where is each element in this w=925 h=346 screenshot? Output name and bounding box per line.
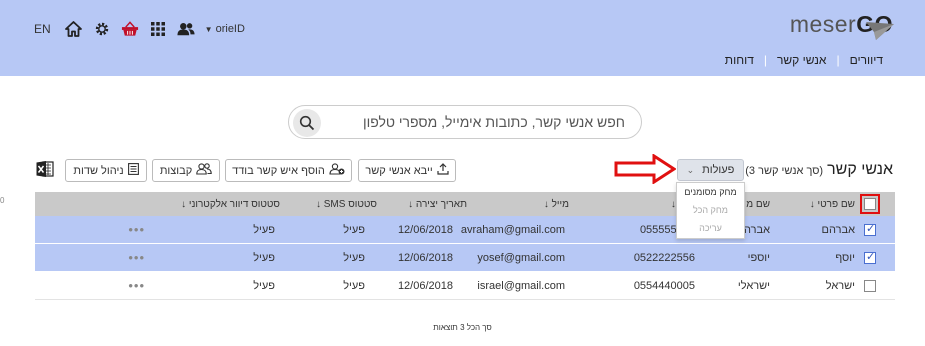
last-name-cell: יוספי: [747, 251, 770, 264]
row-checkbox[interactable]: [864, 279, 876, 292]
logo-plane-icon: [866, 22, 894, 40]
phone-cell: 0554440005: [633, 279, 695, 292]
first-name-cell: אברהם: [821, 223, 855, 236]
email-cell: yosef@gmail.com: [477, 251, 565, 264]
row-more-icon[interactable]: •••: [128, 216, 145, 243]
menu-item-delete-all[interactable]: מחק הכל: [677, 201, 744, 219]
language-switch[interactable]: EN: [34, 22, 51, 36]
add-user-icon: [329, 163, 345, 178]
row-more-icon[interactable]: •••: [128, 272, 145, 299]
created-cell: 12/06/2018: [397, 251, 453, 264]
groups-button[interactable]: קבוצות: [152, 159, 220, 182]
col-created-date[interactable]: תאריך יצירה ↓: [408, 192, 467, 216]
col-last-name[interactable]: שם מ: [746, 192, 770, 216]
group-icon: [196, 163, 212, 178]
edge-mark: 0: [0, 196, 5, 205]
email-status-cell: פעיל: [253, 223, 275, 236]
col-first-name[interactable]: שם פרטי ↓: [810, 192, 855, 216]
col-email[interactable]: מייל ↓: [544, 192, 569, 216]
phone-cell: 0522222556: [633, 251, 695, 264]
table-header: שם פרטי ↓ שם מ לפון ↓ מייל ↓ תאריך יצירה…: [35, 192, 895, 216]
first-name-cell: ישראל: [825, 279, 855, 292]
red-arrow-annotation: [614, 154, 676, 184]
home-icon[interactable]: [65, 20, 83, 38]
col-sms-status[interactable]: סטטוס SMS ↓: [316, 192, 377, 216]
search-icon[interactable]: [293, 109, 321, 137]
results-summary: סך הכל 3 תוצאות: [433, 323, 492, 332]
contacts-table: שם פרטי ↓ שם מ לפון ↓ מייל ↓ תאריך יצירה…: [35, 192, 895, 300]
nav-item-campaigns[interactable]: דיוורים: [840, 53, 893, 67]
created-cell: 12/06/2018: [397, 279, 453, 292]
email-cell: avraham@gmail.com: [460, 223, 565, 236]
email-status-cell: פעיל: [253, 251, 275, 264]
actions-dropdown-button[interactable]: פעולות ⌄: [677, 159, 744, 181]
last-name-cell: ישראלי: [737, 279, 770, 292]
list-icon: [127, 163, 139, 178]
user-menu[interactable]: ▼ orieID: [205, 23, 245, 35]
col-email-status[interactable]: סטטוס דיוור אלקטרוני ↓: [181, 192, 280, 216]
caret-down-icon: ▼: [204, 24, 213, 34]
created-cell: 12/06/2018: [397, 223, 453, 236]
email-cell: israel@gmail.com: [477, 279, 565, 292]
sms-status-cell: פעיל: [343, 251, 365, 264]
nav-item-reports[interactable]: דוחות: [715, 53, 764, 67]
select-all-highlight: [860, 194, 880, 214]
top-header: EN ▼ orieID meserGO דיוורים | אנשי קשר |…: [0, 0, 925, 76]
contacts-count: (סך אנשי קשר 3): [745, 165, 824, 177]
page-title: אנשי קשר: [827, 161, 893, 178]
sms-status-cell: פעיל: [343, 279, 365, 292]
sms-status-cell: פעיל: [343, 223, 365, 236]
nav-divider: |: [836, 53, 840, 67]
email-status-cell: פעיל: [253, 279, 275, 292]
nav-item-contacts[interactable]: אנשי קשר: [767, 53, 836, 67]
main-nav: דיוורים | אנשי קשר | דוחות: [715, 53, 893, 67]
row-more-icon[interactable]: •••: [128, 244, 145, 271]
actions-label: פעולות: [702, 164, 735, 176]
contacts-heading: אנשי קשר (סך אנשי קשר 3): [745, 161, 893, 179]
header-utilities: EN ▼ orieID: [34, 20, 245, 38]
add-contact-button[interactable]: הוסף איש קשר בודד: [225, 159, 352, 182]
import-contacts-button[interactable]: ייבא אנשי קשר: [358, 159, 456, 182]
first-name-cell: יוסף: [835, 251, 855, 264]
nav-divider: |: [763, 53, 767, 67]
basket-icon[interactable]: [121, 20, 139, 38]
chevron-down-icon: ⌄: [686, 164, 695, 175]
table-row[interactable]: יוסף יוספי 0522222556 yosef@gmail.com 12…: [35, 244, 895, 272]
gear-icon[interactable]: [93, 20, 111, 38]
apps-grid-icon[interactable]: [149, 20, 167, 38]
last-name-cell: אברה: [743, 223, 770, 236]
upload-icon: [437, 163, 449, 178]
table-row[interactable]: אברהם אברה 055555666 avraham@gmail.com 1…: [35, 216, 895, 244]
menu-item-edit[interactable]: עריכה: [677, 219, 744, 237]
manage-fields-button[interactable]: ניהול שדות: [65, 159, 147, 182]
row-checkbox[interactable]: [864, 250, 876, 264]
excel-export-icon[interactable]: [36, 160, 54, 178]
search-box: [288, 105, 642, 139]
users-icon[interactable]: [177, 20, 195, 38]
actions-menu: מחק מסומנים מחק הכל עריכה: [676, 182, 745, 239]
row-checkbox[interactable]: [864, 222, 876, 236]
table-row[interactable]: ישראל ישראלי 0554440005 israel@gmail.com…: [35, 272, 895, 300]
username: orieID: [215, 23, 245, 35]
menu-item-delete-selected[interactable]: מחק מסומנים: [677, 183, 744, 201]
select-all-checkbox[interactable]: [864, 198, 876, 210]
search-input[interactable]: [329, 112, 625, 132]
